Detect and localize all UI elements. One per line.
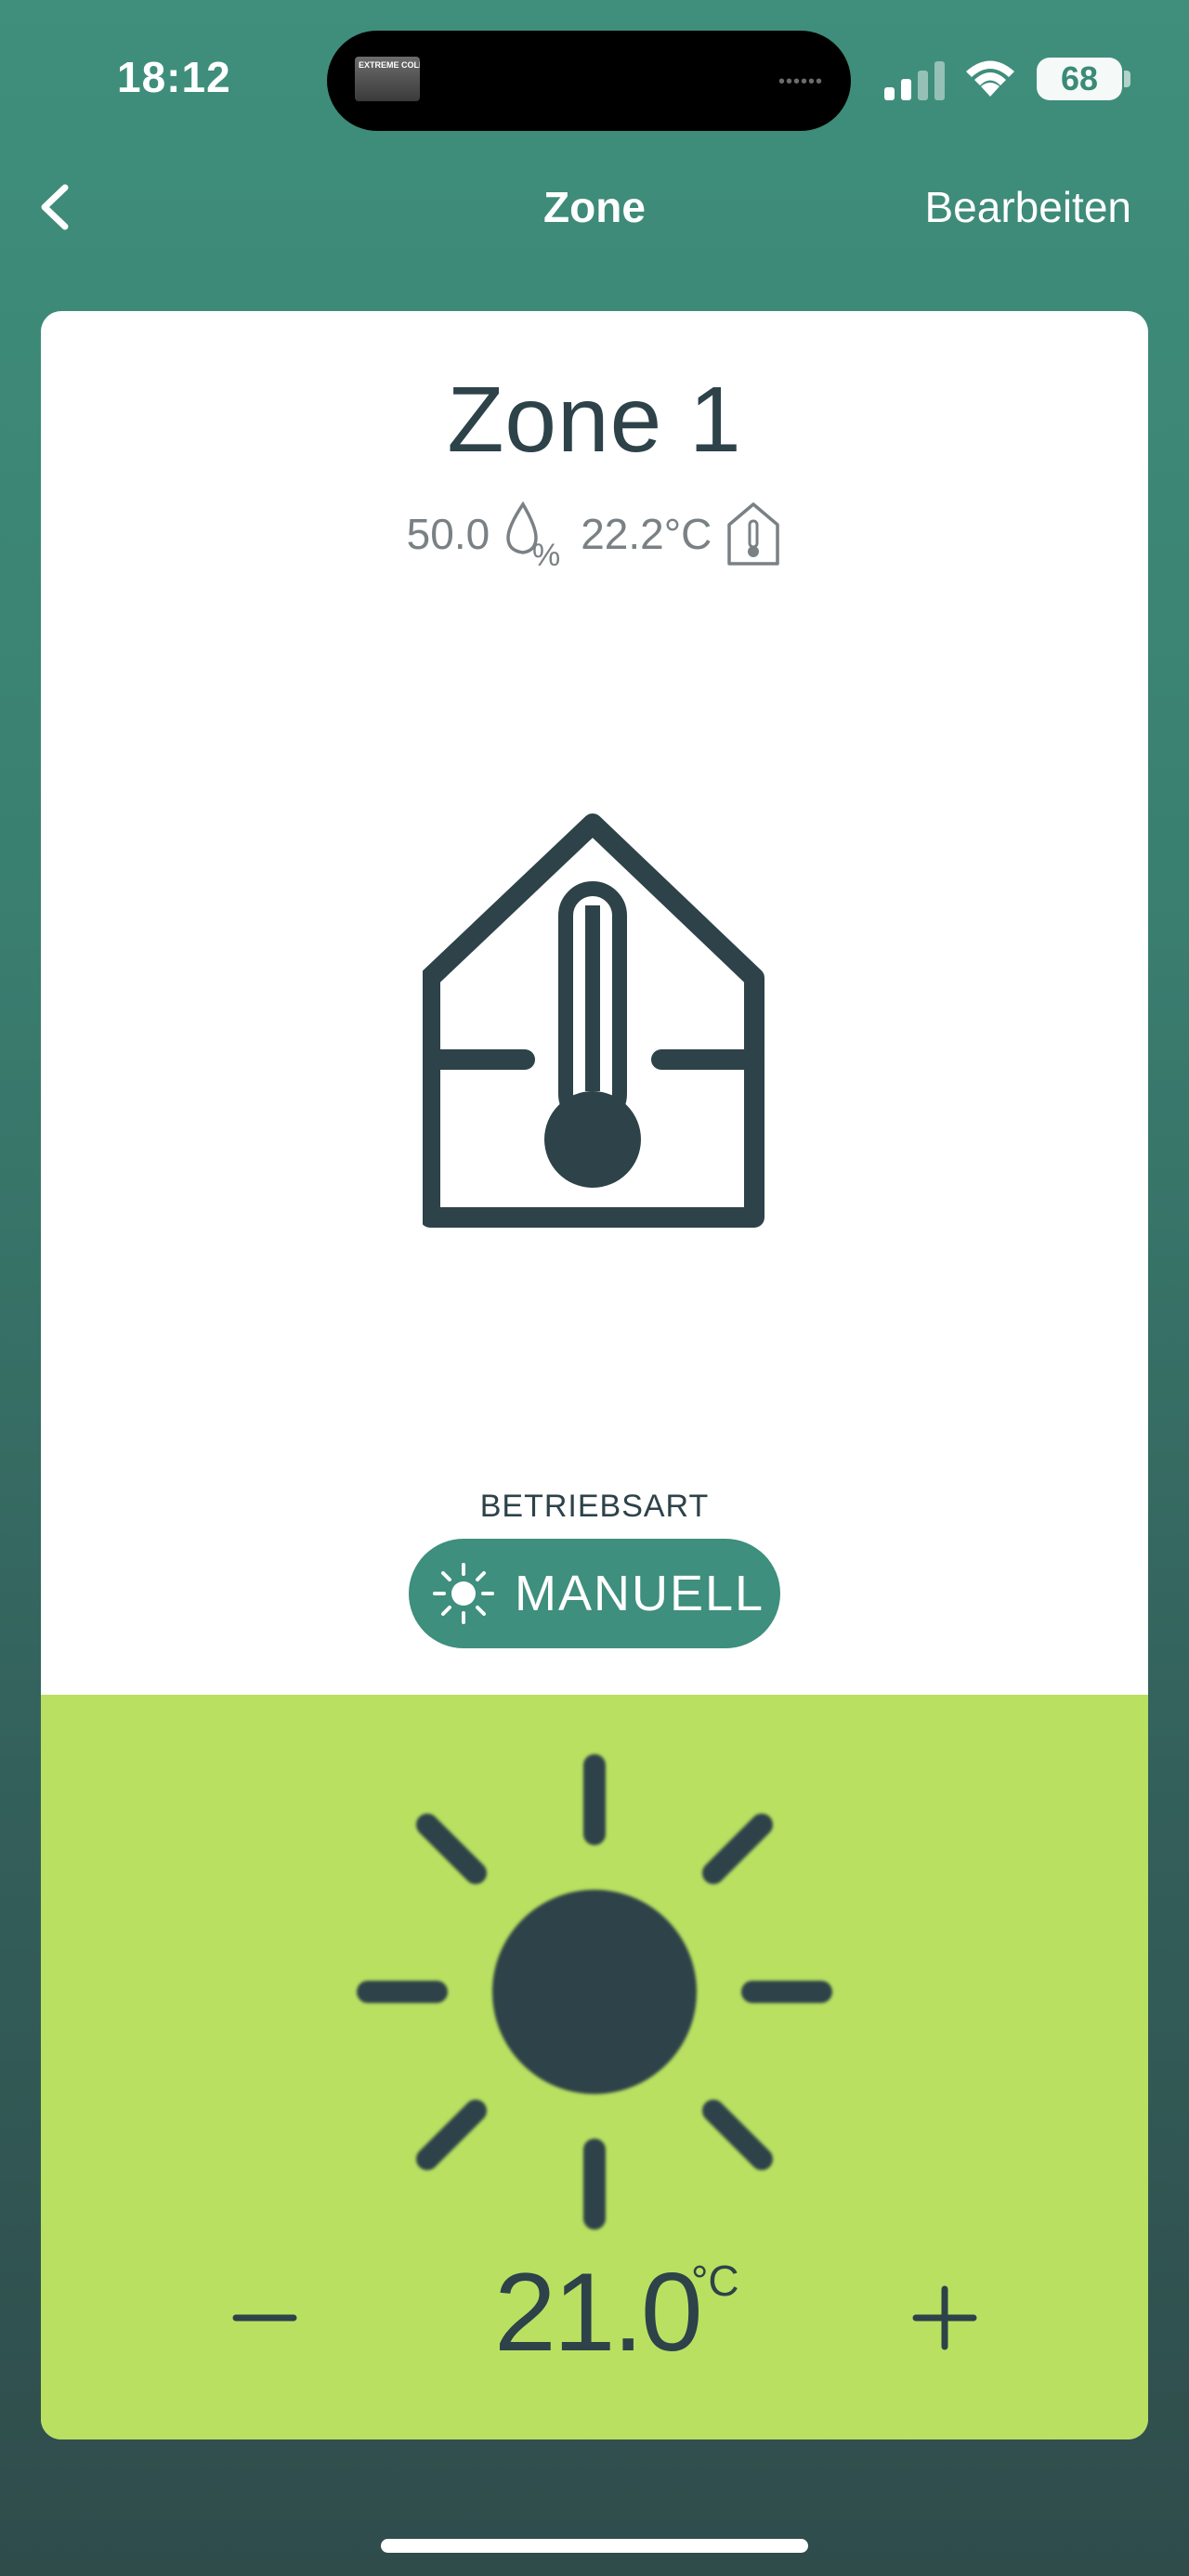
increase-temperature-button[interactable] <box>903 2276 986 2360</box>
battery-tip <box>1124 71 1130 87</box>
dynamic-island[interactable]: EXTREME COLD •••••• <box>327 31 851 131</box>
page-title: Zone <box>543 183 646 231</box>
operating-mode-button[interactable]: MANUELL <box>409 1539 780 1648</box>
edit-button[interactable]: Bearbeiten <box>925 182 1132 232</box>
zone-card: Zone 1 50.0 % 22.2°C BETRIEBSART MANUELL… <box>41 311 1148 2439</box>
wifi-icon <box>966 60 1014 97</box>
operating-mode-label: BETRIEBSART <box>479 1489 710 1524</box>
status-time: 18:12 <box>117 53 231 101</box>
humidity-drop-percent-icon: % <box>506 501 560 569</box>
battery-level: 68 <box>1060 59 1099 98</box>
svg-text:%: % <box>532 538 560 569</box>
operating-mode-value: MANUELL <box>515 1566 765 1621</box>
live-activity-thumbnail-text: EXTREME COLD <box>359 60 420 70</box>
setpoint-panel: 21.0 °C <box>41 1695 1148 2439</box>
zone-name: Zone 1 <box>447 368 742 472</box>
chevron-left-icon[interactable] <box>28 175 80 240</box>
humidity-value: 50.0 <box>406 510 490 558</box>
decrease-temperature-button[interactable] <box>223 2276 307 2360</box>
home-indicator[interactable] <box>381 2539 808 2553</box>
sun-icon <box>357 1754 832 2230</box>
cellular-signal-icon <box>884 61 945 100</box>
temperature-value: 22.2°C <box>581 510 712 558</box>
live-activity-thumbnail: EXTREME COLD <box>355 57 420 101</box>
setpoint-value: 21.0 <box>494 2250 703 2374</box>
setpoint-unit: °C <box>691 2257 739 2305</box>
status-bar: 18:12 EXTREME COLD •••••• 68 <box>0 0 1189 158</box>
sun-icon <box>433 1563 494 1624</box>
audio-waveform-icon: •••••• <box>777 72 823 92</box>
zone-readings: 50.0 % 22.2°C <box>41 497 1148 571</box>
battery-icon: 68 <box>1037 58 1122 100</box>
house-thermometer-illustration <box>423 813 764 1228</box>
house-thermometer-icon <box>727 502 780 566</box>
